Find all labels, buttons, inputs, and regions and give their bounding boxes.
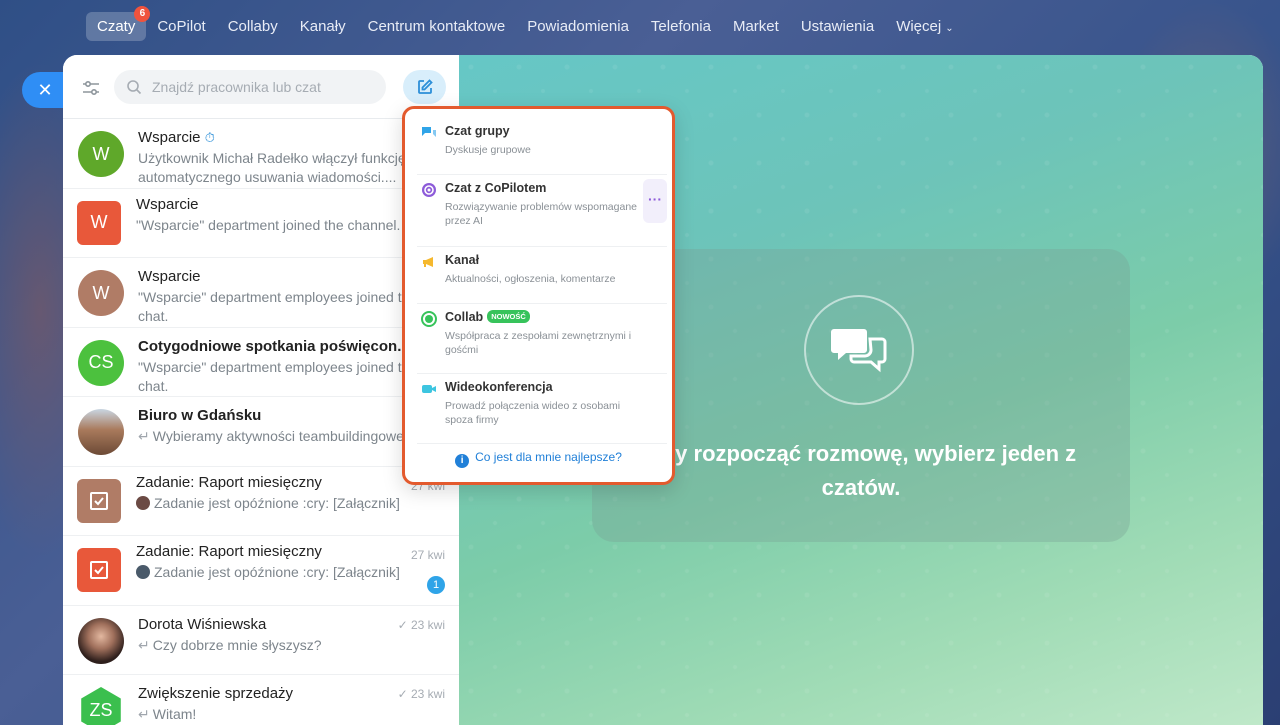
chat-preview: Zadanie jest opóźnione :cry: [Załącznik] (136, 563, 436, 582)
checkmark-icon: ✓ (397, 687, 408, 701)
nav-item-notifications[interactable]: Powiadomienia (516, 12, 640, 41)
reply-icon: ↵ (138, 706, 150, 722)
chat-preview: ↵ Witam! (138, 706, 197, 722)
task-avatar (77, 548, 121, 592)
chat-item[interactable]: Zadanie: Raport miesięczny 27 kwi Zadani… (63, 536, 459, 606)
chat-title: Zadanie: Raport miesięczny (136, 473, 322, 491)
chat-title: Wsparcie (136, 195, 199, 213)
checkmark-icon: ✓ (397, 617, 408, 632)
avatar (78, 409, 124, 455)
chat-item[interactable]: Zadanie: Raport miesięczny 27 kwi Zadani… (63, 467, 459, 536)
chat-preview: Użytkownik Michał Radełko włączył funkcj… (138, 150, 406, 185)
chat-date: ✓ 23 kwi (397, 617, 445, 632)
search-field[interactable] (114, 70, 386, 104)
chat-date: 27 kwi (410, 548, 445, 562)
search-icon (127, 80, 142, 95)
chat-preview: "Wsparcie" department employees joined t… (138, 289, 418, 324)
chat-preview: "Wsparcie" department joined the channel… (136, 216, 401, 233)
chat-preview: Zadanie jest opóźnione :cry: [Załącznik] (136, 494, 436, 513)
close-icon: ✕ (37, 79, 53, 100)
chat-title: Cotygodniowe spotkania poświęcon... (138, 337, 410, 355)
chat-item[interactable]: Dorota Wiśniewska ✓ 23 kwi ↵ Czy dobrze m… (63, 606, 459, 675)
chat-title: Dorota Wiśniewska (138, 615, 267, 633)
nav-item-contact-center[interactable]: Centrum kontaktowe (357, 12, 517, 41)
chat-item[interactable]: W Wsparcie ⏱ Użytkownik Michał Radełko w… (63, 119, 459, 189)
chat-title: Wsparcie ⏱ (138, 129, 215, 146)
menu-item-videoconference[interactable]: Wideokonferencja Prowadź połączenia wide… (417, 378, 667, 444)
chat-item[interactable]: CS Cotygodniowe spotkania poświęcon... "… (63, 328, 459, 397)
chevron-down-icon: ⌄ (945, 22, 954, 34)
avatar (78, 617, 124, 664)
more-options-button[interactable]: ··· (643, 179, 667, 223)
nav-item-settings[interactable]: Ustawienia (790, 12, 885, 41)
nav-item-copilot[interactable]: CoPilot (146, 12, 216, 41)
new-chat-button[interactable] (403, 70, 446, 104)
avatar: ZS (81, 687, 121, 725)
mini-avatar (136, 565, 150, 579)
help-link[interactable]: i Co jest dla mnie najlepsze? (405, 450, 672, 468)
reply-icon: ↵ (138, 636, 150, 653)
task-icon (90, 491, 108, 510)
filter-icon[interactable] (79, 76, 103, 100)
avatar: W (77, 200, 121, 245)
info-icon: i (455, 454, 470, 468)
chat-title: Zadanie: Raport miesięczny (136, 543, 322, 560)
avatar: CS (78, 339, 124, 386)
unread-counter: 1 (427, 576, 445, 594)
chat-group-icon (422, 127, 436, 137)
task-icon (90, 561, 108, 579)
chat-item[interactable]: ZS Zwiększenie sprzedaży ✓ 23 kwi ↵ Witam… (63, 675, 459, 725)
menu-item-collab[interactable]: Collab NOWOŚĆ Współpraca z zespołami zewn… (417, 308, 667, 374)
chat-preview: ↵ Czy dobrze mnie słyszysz? (138, 636, 322, 653)
video-camera-icon (422, 385, 436, 393)
chat-item[interactable]: Biuro w Gdańsku ✓✓ ↵Wybieramy aktywności… (63, 397, 459, 467)
top-navigation: Czaty 6 CoPilot Collaby Kanały Centrum k… (86, 5, 965, 42)
avatar: W (78, 131, 124, 177)
chat-list: W Wsparcie ⏱ Użytkownik Michał Radełko w… (63, 119, 459, 725)
search-input[interactable] (152, 70, 377, 104)
chat-bubbles-icon (804, 295, 914, 405)
nav-item-telephony[interactable]: Telefonia (640, 12, 722, 41)
search-bar (63, 55, 459, 119)
menu-item-group-chat[interactable]: Czat grupy Dyskusje grupowe (417, 122, 667, 175)
nav-item-market[interactable]: Market (722, 12, 790, 41)
avatar: W (78, 270, 124, 316)
nav-item-more[interactable]: Więcej ⌄ (885, 12, 964, 41)
task-avatar (77, 478, 121, 523)
chat-title: Wsparcie (138, 268, 201, 285)
chat-sidebar: W Wsparcie ⏱ Użytkownik Michał Radełko w… (63, 55, 459, 725)
new-chat-menu: Czat grupy Dyskusje grupowe Czat z CoPil… (402, 106, 675, 485)
nav-item-collaby[interactable]: Collaby (217, 12, 289, 41)
chat-title: Biuro w Gdańsku (138, 407, 262, 424)
chat-item[interactable]: W Wsparcie "Wsparcie" department joined … (63, 189, 459, 258)
menu-item-copilot-chat[interactable]: Czat z CoPilotem Rozwiązywanie problemów… (417, 179, 667, 247)
new-badge: NOWOŚĆ (487, 310, 530, 323)
nav-item-channels[interactable]: Kanały (289, 12, 357, 41)
chat-preview: "Wsparcie" department employees joined t… (138, 358, 418, 394)
nav-item-chats[interactable]: Czaty 6 (86, 5, 151, 41)
close-panel-button[interactable]: ✕ (22, 72, 68, 108)
mini-avatar (136, 495, 150, 510)
copilot-icon (422, 183, 436, 197)
timer-icon: ⏱ (204, 130, 215, 145)
chat-title: Zwiększenie sprzedaży (138, 685, 294, 702)
compose-icon (417, 79, 433, 94)
chat-preview: ↵ Wybieramy aktywności teambuildingowe (138, 428, 404, 444)
menu-item-channel[interactable]: Kanał Aktualności, ogłoszenia, komentarz… (417, 251, 667, 304)
chat-date: ✓ 23 kwi (397, 687, 445, 701)
chat-item[interactable]: W Wsparcie "Wsparcie" department employe… (63, 258, 459, 328)
reply-icon: ↵ (138, 428, 150, 444)
megaphone-icon (423, 257, 433, 267)
empty-state-text: Aby rozpocząć rozmowę, wybierz jeden z c… (645, 441, 1077, 500)
collab-icon (421, 311, 437, 327)
